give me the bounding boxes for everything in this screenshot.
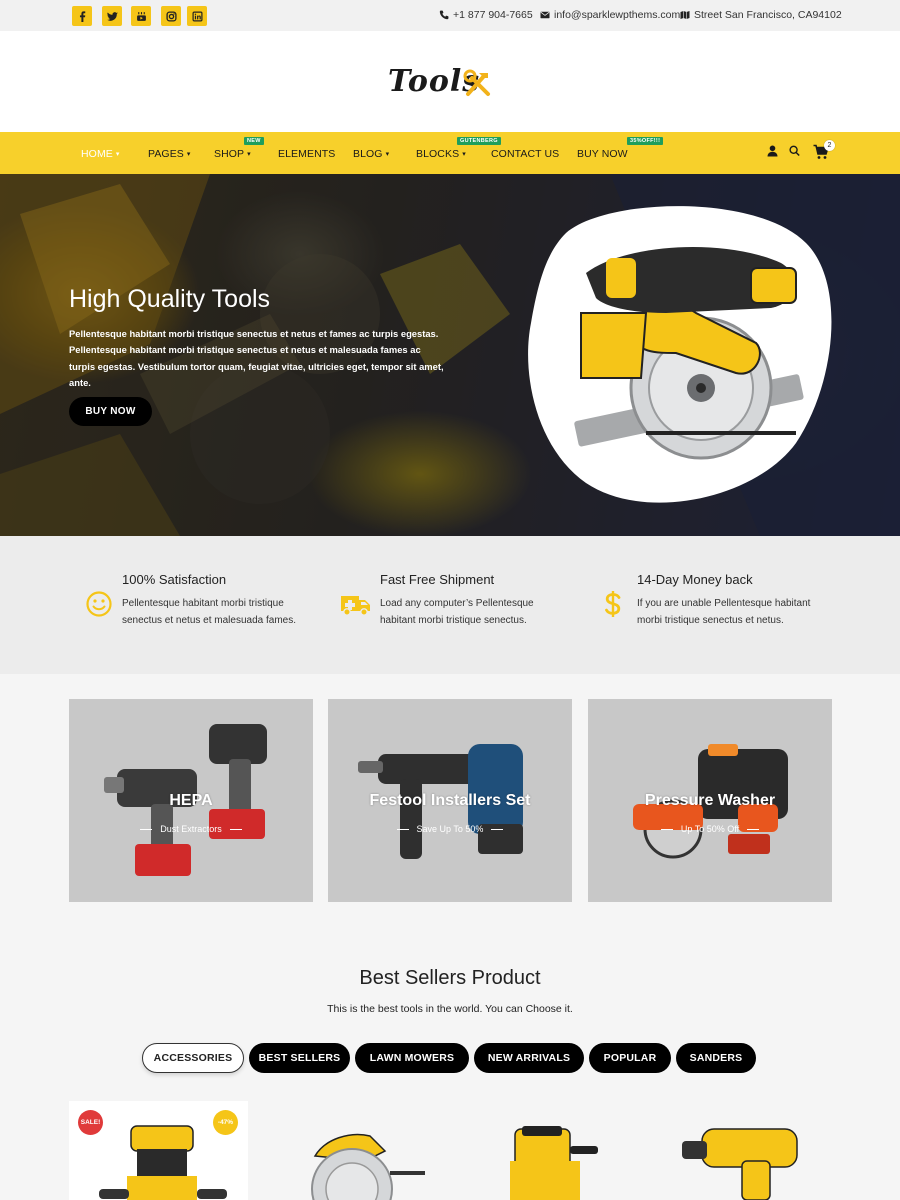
nav-blog-label: BLOG [353, 148, 383, 160]
promo-subtitle-text: Dust Extractors [160, 824, 222, 834]
tab-lawn-mowers[interactable]: LAWN MOWERS [355, 1043, 469, 1073]
nav-shop[interactable]: SHOP ▾ [214, 148, 251, 160]
section-subtitle: This is the best tools in the world. You… [327, 1003, 573, 1015]
twitter-icon[interactable] [102, 6, 122, 26]
tab-new-arrivals[interactable]: NEW ARRIVALS [474, 1043, 584, 1073]
nav-blocks[interactable]: BLOCKS ▾ [416, 148, 466, 160]
ambulance-truck-icon [341, 596, 370, 616]
badge-gutenberg: GUTENBERG [457, 137, 501, 145]
discount-badge: -47% [213, 1110, 238, 1135]
dash-line [747, 828, 760, 830]
nav-elements-label: ELEMENTS [278, 148, 336, 160]
shop-vac-image [510, 1126, 598, 1200]
promo-card-hepa[interactable]: HEPA Dust Extractors [69, 699, 313, 902]
promo-subtitle-text: Up To 50% Off [680, 824, 740, 834]
chevron-down-icon: ▾ [247, 151, 251, 158]
envelope-icon [540, 11, 550, 19]
feature-title: Fast Free Shipment [380, 572, 495, 587]
cordless-drill-image [682, 1128, 798, 1200]
promo-title: Festool Installers Set [369, 792, 531, 809]
nav-buy-now-label: BUY NOW [577, 148, 628, 160]
chevron-down-icon: ▾ [186, 151, 191, 158]
hero-title: High Quality Tools [69, 285, 271, 313]
badge-new: NEW [244, 137, 264, 145]
promo-card-pressure-washer[interactable]: Pressure Washer Up To 50% Off [588, 699, 832, 902]
promo-subtitle: Dust Extractors [69, 824, 313, 834]
nav-blog[interactable]: BLOG ▾ [353, 148, 389, 160]
youtube-icon[interactable] [131, 6, 151, 26]
promo-subtitle: Save Up To 50% [328, 824, 572, 834]
tab-accessories[interactable]: ACCESSORIES [142, 1043, 244, 1073]
nav-blocks-label: BLOCKS [416, 148, 460, 160]
dash-line [491, 828, 504, 830]
phone-text: +1 877 904-7665 [453, 9, 533, 21]
map-icon [680, 11, 690, 19]
product-card[interactable] [652, 1101, 831, 1200]
nav-contact[interactable]: CONTACT US [491, 148, 559, 160]
facebook-icon[interactable] [72, 6, 92, 26]
address-text: Street San Francisco, CA94102 [694, 9, 842, 21]
chevron-down-icon: ▾ [115, 151, 120, 158]
hero-buy-now-button[interactable]: BUY NOW [69, 397, 152, 426]
section-title: Best Sellers Product [359, 967, 541, 989]
feature-title: 14-Day Money back [637, 572, 753, 587]
phone-contact[interactable]: +1 877 904-7665 [439, 9, 533, 21]
nav-home-label: HOME [81, 148, 113, 160]
dash-line [396, 828, 409, 830]
product-card[interactable] [460, 1101, 639, 1200]
linkedin-icon[interactable] [187, 6, 207, 26]
smiley-icon [86, 591, 112, 617]
promo-subtitle: Up To 50% Off [588, 824, 832, 834]
dollar-icon [605, 591, 621, 617]
badge-discount: 35%OFF!!! [627, 137, 664, 145]
cart-count-badge: 2 [824, 140, 835, 151]
nav-shop-label: SHOP [214, 148, 245, 160]
nav-elements[interactable]: ELEMENTS [278, 148, 335, 160]
promo-card-festool[interactable]: Festool Installers Set Save Up To 50% [328, 699, 572, 902]
promo-title: Pressure Washer [644, 792, 776, 809]
feature-text: Pellentesque habitant morbi tristique se… [122, 598, 296, 626]
email-text: info@sparklewpthems.com [554, 9, 681, 21]
nav-pages-label: PAGES [148, 148, 184, 160]
nav-contact-label: CONTACT US [491, 148, 560, 160]
promo-title: HEPA [169, 792, 213, 809]
address-contact: Street San Francisco, CA94102 [680, 9, 842, 21]
user-icon[interactable] [767, 145, 778, 157]
phone-icon [439, 10, 449, 20]
sale-badge: SALE! [78, 1110, 103, 1135]
promo-subtitle-text: Save Up To 50% [416, 824, 484, 834]
email-contact[interactable]: info@sparklewpthems.com [540, 9, 680, 21]
hero-text: Pellentesque habitant morbi tristique se… [69, 328, 444, 388]
feature-title: 100% Satisfaction [122, 572, 227, 587]
nav-home[interactable]: HOME ▾ [81, 148, 120, 160]
feature-text: Load any computer’s Pellentesque habitan… [380, 598, 534, 626]
instagram-icon[interactable] [161, 6, 181, 26]
chevron-down-icon: ▾ [462, 151, 466, 158]
chevron-down-icon: ▾ [385, 151, 390, 158]
circular-saw-image [528, 206, 832, 503]
feature-text: If you are unable Pellentesque habitant … [637, 598, 811, 626]
dash-line [660, 828, 673, 830]
hammer-wrench-icon [463, 69, 490, 96]
nav-buy-now[interactable]: BUY NOW [577, 148, 628, 160]
tab-best-sellers[interactable]: BEST SELLERS [249, 1043, 350, 1073]
circular-saw-product-image [311, 1133, 425, 1200]
dash-line [229, 828, 242, 830]
tab-sanders[interactable]: SANDERS [676, 1043, 756, 1073]
nav-pages[interactable]: PAGES ▾ [148, 148, 191, 160]
dash-line [140, 828, 153, 830]
tab-popular[interactable]: POPULAR [589, 1043, 671, 1073]
product-card[interactable] [270, 1101, 449, 1200]
search-icon[interactable] [789, 145, 800, 157]
